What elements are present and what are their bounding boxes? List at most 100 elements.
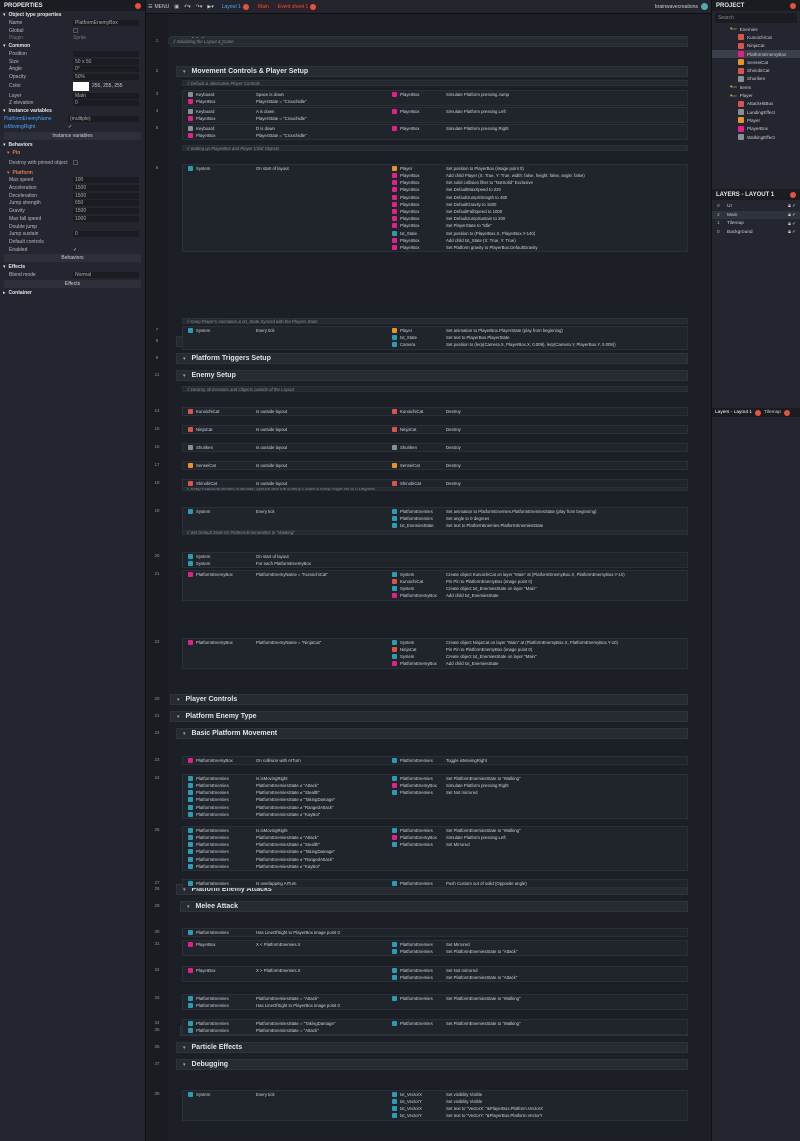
layer-item[interactable]: 2 Main 🔒︎ ✓ bbox=[712, 210, 800, 220]
prop-platform[interactable]: Jump strength 650 bbox=[0, 200, 145, 208]
event-action[interactable]: System Create object txt_EnemiesState on … bbox=[392, 585, 686, 592]
event-action[interactable]: Camera Set position to (lerp(Camera.X, Pl… bbox=[392, 341, 686, 348]
event-condition[interactable]: PlatformEnemies PlatformEnemiesState = "A… bbox=[188, 995, 388, 1002]
event-condition[interactable]: PlatformEnemies PlatformEnemiesState ≠ "A… bbox=[188, 834, 388, 841]
lock-icon[interactable]: 🔒︎ ✓ bbox=[788, 212, 796, 218]
event-action[interactable]: Player Set position to PlayerBox (image p… bbox=[392, 165, 686, 172]
tab-layers[interactable]: Layers - Layout 1 bbox=[715, 410, 752, 415]
event-action[interactable]: PlayerBox Set DefaultJumpStrength to 480 bbox=[392, 194, 686, 201]
event-condition[interactable]: PlayerBox PlayerState = "Crouchidle" bbox=[188, 132, 388, 139]
event-condition[interactable]: System Every tick bbox=[188, 508, 388, 515]
prop-platform[interactable]: Max speed 100 bbox=[0, 177, 145, 185]
event-comment[interactable]: // Destroy all Enemies and Objects outsi… bbox=[182, 386, 688, 392]
tree-item[interactable]: ▾▭ Items bbox=[712, 83, 800, 91]
section-common[interactable]: ▾ Common bbox=[0, 42, 145, 50]
event-condition[interactable]: PlatformEnemies Has LineOfSight to Player… bbox=[188, 929, 388, 936]
chevron-down-icon[interactable]: ▾ bbox=[183, 69, 186, 75]
event-group[interactable]: ▾ Platform Triggers Setup bbox=[176, 353, 688, 364]
tree-item[interactable]: PlatformEnemyBox bbox=[712, 49, 800, 59]
event-condition[interactable]: PlayerBox X > PlatformEnemies.X bbox=[188, 967, 388, 974]
event-action[interactable]: PlatformEnemyBox Add child txt_EnemiesSta… bbox=[392, 593, 686, 600]
chevron-down-icon[interactable]: ▾ bbox=[187, 904, 190, 910]
chevron-down-icon[interactable]: ▾ bbox=[183, 1062, 186, 1068]
event-condition[interactable]: PlatformEnemyBox On collision with AITurn bbox=[188, 757, 388, 764]
close-icon[interactable] bbox=[790, 191, 796, 198]
event-action[interactable]: PlatformEnemies Set PlatformEnemiesState … bbox=[392, 827, 686, 834]
section-effects[interactable]: ▾ Effects bbox=[0, 263, 145, 271]
event-action[interactable]: System Create object txt_EnemiesState on … bbox=[392, 653, 686, 660]
behaviors-button[interactable]: Behaviors bbox=[4, 254, 141, 263]
event-condition[interactable]: PlatformEnemies PlatformEnemiesState = "A… bbox=[188, 1027, 388, 1034]
lock-icon[interactable]: 🔒︎ ✓ bbox=[788, 229, 796, 235]
event-comment[interactable]: // Setting up PlayerBox and Player Child… bbox=[182, 145, 688, 151]
event-condition[interactable]: System On start of layout bbox=[188, 165, 388, 172]
prop-value[interactable] bbox=[73, 50, 139, 57]
prop-value[interactable]: 50 x 50 bbox=[73, 58, 139, 65]
event-condition[interactable]: PlatformEnemies Is isMovingRight bbox=[188, 827, 388, 834]
event-action[interactable]: txt_VectorY Set visibility Visible bbox=[392, 1098, 686, 1105]
prop-position[interactable]: Position bbox=[0, 50, 145, 58]
event-condition[interactable]: Keyboard Space is down bbox=[188, 91, 388, 98]
tree-item[interactable]: Player bbox=[712, 116, 800, 124]
event-action[interactable]: PlatformEnemies Set Mirrored bbox=[392, 841, 686, 848]
prop-name[interactable]: Name PlatformEnemyBox bbox=[0, 19, 145, 27]
event-action[interactable]: PlatformEnemies Set PlatformEnemiesState … bbox=[392, 974, 686, 981]
tree-item[interactable]: PlayerBox bbox=[712, 125, 800, 133]
event-action[interactable]: KunoichiCat Pin Pin to PlatformEnemyBox (… bbox=[392, 578, 686, 585]
tree-item[interactable]: Shuriken bbox=[712, 75, 800, 83]
event-group[interactable]: ▾ Enemy Setup bbox=[176, 370, 688, 381]
checkbox[interactable] bbox=[73, 28, 78, 34]
event-condition[interactable]: PlatformEnemies PlatformEnemiesState ≠ "S… bbox=[188, 841, 388, 848]
event-action[interactable]: PlayerBox Set DefaultGravity to 1500 bbox=[392, 201, 686, 208]
prop-value[interactable]: 1500 bbox=[73, 185, 139, 192]
event-action[interactable]: PlatformEnemies Set Not mirrored bbox=[392, 967, 686, 974]
event-condition[interactable]: PlayerBox PlayerState = "Crouchidle" bbox=[188, 98, 388, 105]
event-action[interactable]: PlatformEnemies Set angle to 0 degrees bbox=[392, 515, 686, 522]
chevron-down-icon[interactable]: ▾ bbox=[183, 731, 186, 737]
event-condition[interactable]: PlayerBox PlayerState = "Crouchidle" bbox=[188, 115, 388, 122]
close-icon[interactable] bbox=[310, 3, 317, 10]
close-icon[interactable] bbox=[242, 3, 249, 10]
event-condition[interactable]: PlatformEnemies PlatformEnemiesState ≠ "T… bbox=[188, 797, 388, 804]
event-condition[interactable]: System Every tick bbox=[188, 327, 388, 334]
event-action[interactable]: PlatformEnemies Set Mirrored bbox=[392, 941, 686, 948]
event-condition[interactable]: PlayerBox X < PlatformEnemies.X bbox=[188, 941, 388, 948]
event-condition[interactable]: PlatformEnemies PlatformEnemiesState = "T… bbox=[188, 1020, 388, 1027]
prop-value[interactable]: PlatformEnemyBox bbox=[73, 19, 139, 26]
prop-platform[interactable]: Default controls bbox=[0, 238, 145, 246]
save-icon[interactable]: ▣ bbox=[174, 4, 179, 10]
event-condition[interactable]: PlatformEnemies PlatformEnemiesState ≠ "R… bbox=[188, 804, 388, 811]
prop-angle[interactable]: Angle 0° bbox=[0, 65, 145, 73]
section-object-type[interactable]: ▾ Object type properties bbox=[0, 11, 145, 19]
event-condition[interactable]: PlatformEnemies PlatformEnemiesState ≠ "T… bbox=[188, 849, 388, 856]
layer-select[interactable]: Main bbox=[73, 92, 139, 99]
event-action[interactable]: PlayerBox Simulate Platform pressing Righ… bbox=[392, 125, 686, 132]
instance-variables-button[interactable]: Instance variables bbox=[4, 131, 141, 140]
prop-value[interactable]: 0 bbox=[73, 100, 139, 107]
event-action[interactable]: PlayerBox Set Platform gravity to PlayerB… bbox=[392, 244, 686, 251]
blend-select[interactable]: Normal bbox=[73, 272, 139, 279]
event-action[interactable]: NinjaCat Destroy bbox=[392, 426, 686, 433]
prop-blend[interactable]: Blend mode Normal bbox=[0, 271, 145, 279]
prop-value[interactable]: (multiple) bbox=[68, 116, 139, 123]
prop-size[interactable]: Size 50 x 50 bbox=[0, 58, 145, 66]
chevron-down-icon[interactable]: ▾ bbox=[177, 697, 180, 703]
event-condition[interactable]: SenseiCat Is outside layout bbox=[188, 462, 388, 469]
tree-item[interactable]: LandingEffect bbox=[712, 108, 800, 116]
event-condition[interactable]: PlatformEnemies Has LineOfSight to Player… bbox=[188, 1002, 388, 1009]
event-action[interactable]: PlayerBox Add child Player (X: True, Y: T… bbox=[392, 172, 686, 179]
prop-platform[interactable]: Enabled ✓ bbox=[0, 246, 145, 254]
section-instance-vars[interactable]: ▾ Instance variables bbox=[0, 107, 145, 115]
event-condition[interactable]: PlatformEnemyBox PlatformEnemyName = "Kun… bbox=[188, 571, 388, 578]
event-condition[interactable]: PlatformEnemies PlatformEnemiesState ≠ "A… bbox=[188, 782, 388, 789]
event-condition[interactable]: ShinobiCat Is outside layout bbox=[188, 480, 388, 487]
event-group[interactable]: ▾ Debugging bbox=[176, 1059, 688, 1070]
event-action[interactable]: System Create object NinjaCat on layer "M… bbox=[392, 639, 686, 646]
event-condition[interactable]: System Every tick bbox=[188, 1091, 388, 1098]
close-icon[interactable] bbox=[755, 409, 762, 416]
event-action[interactable]: PlayerBox Set DefaultFallSpeed to 1000 bbox=[392, 208, 686, 215]
tab-main[interactable]: Main bbox=[254, 2, 272, 11]
event-condition[interactable]: System For each PlatformEnemyBox bbox=[188, 560, 388, 567]
tree-item[interactable]: ShinobiCat bbox=[712, 66, 800, 74]
redo-icon[interactable]: ↷▾ bbox=[196, 4, 203, 10]
